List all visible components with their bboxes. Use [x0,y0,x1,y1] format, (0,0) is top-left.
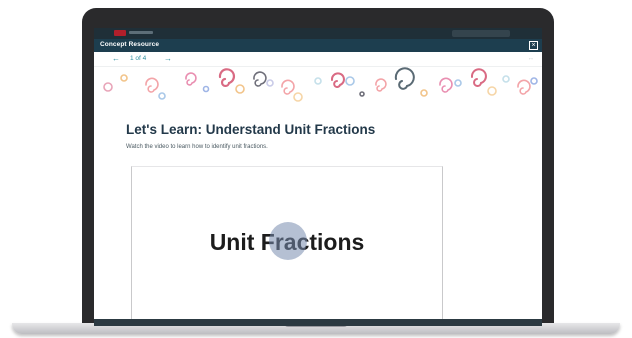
screen-bottom-strip [94,319,542,326]
page-navigation: ← 1 of 4 → ↔ [94,52,542,67]
app-search-box[interactable] [452,30,510,37]
page-counter: 1 of 4 [130,55,147,62]
page-title: Let's Learn: Understand Unit Fractions [126,122,376,137]
app-top-bar [94,28,542,39]
click-indicator [269,222,307,260]
arrow-left-icon[interactable]: ← [112,54,120,63]
video-player[interactable]: Unit Fractions [131,166,443,326]
laptop-screen: Concept Resource × ← 1 of 4 → ↔ Let's Le… [94,28,542,326]
brand-wordmark [129,31,153,34]
page-subtitle: Watch the video to learn how to identify… [126,144,268,150]
panel-header: Concept Resource × [94,39,542,52]
panel-title: Concept Resource [100,41,160,48]
swirl-decoration [103,67,538,102]
arrow-right-icon[interactable]: → [164,54,172,63]
expand-icon[interactable]: ↔ [528,55,535,62]
close-icon[interactable]: × [529,41,538,50]
brand-logo[interactable] [114,30,126,36]
